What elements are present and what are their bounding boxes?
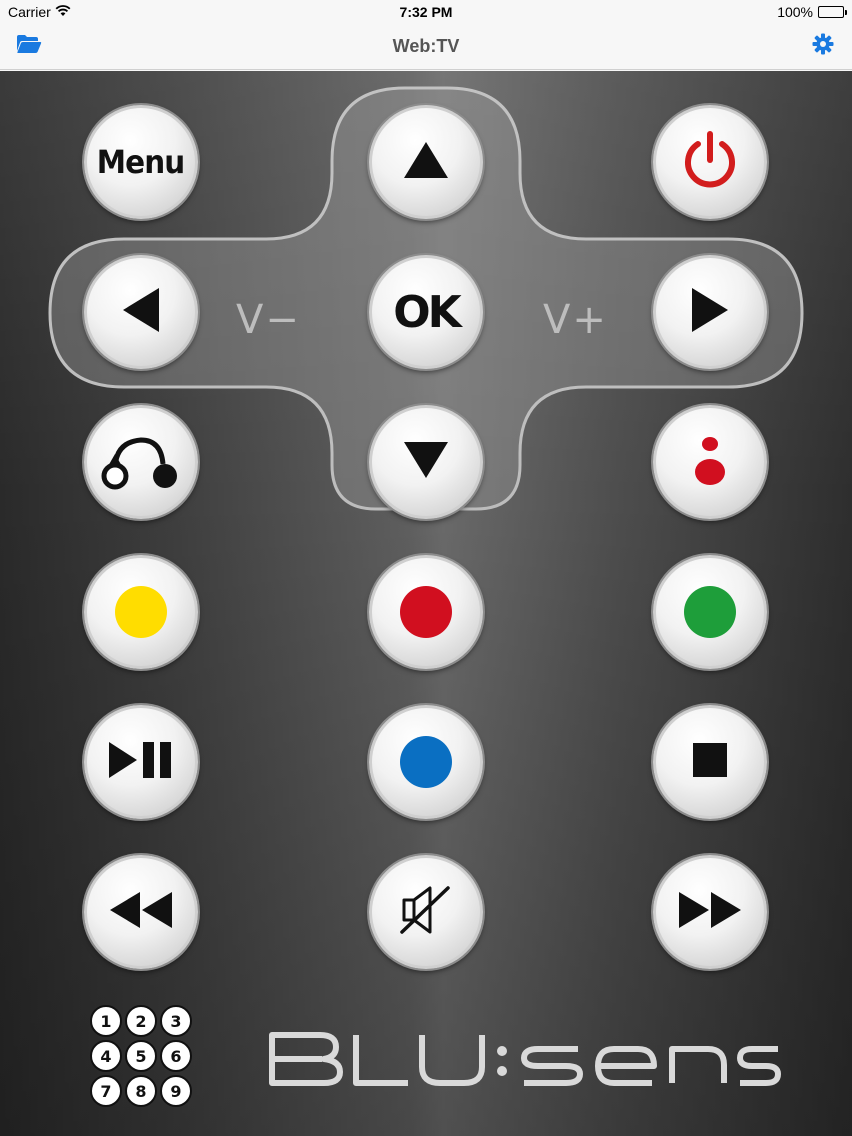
numpad-key-7: 7 [90, 1075, 122, 1107]
fast-forward-icon [677, 890, 743, 935]
status-bar: Carrier 7:32 PM 100% [0, 0, 852, 24]
info-icon [690, 430, 730, 495]
settings-button[interactable] [809, 33, 837, 60]
yellow-button[interactable] [84, 555, 198, 669]
play-pause-button[interactable] [84, 705, 198, 819]
return-icon [101, 430, 181, 495]
arrow-right-icon [690, 287, 730, 338]
power-button[interactable] [653, 105, 767, 219]
brand-logo [268, 1029, 782, 1089]
rewind-button[interactable] [84, 855, 198, 969]
rewind-icon [108, 890, 174, 935]
numpad-key-9: 9 [160, 1075, 192, 1107]
red-button[interactable] [369, 555, 483, 669]
green-dot [684, 586, 736, 638]
numpad-key-4: 4 [90, 1040, 122, 1072]
up-button[interactable] [369, 105, 483, 219]
power-icon [680, 130, 740, 195]
gear-icon [812, 33, 834, 60]
menu-button[interactable]: Menu [84, 105, 198, 219]
numpad-key-8: 8 [125, 1075, 157, 1107]
arrow-down-icon [403, 440, 449, 485]
stop-button[interactable] [653, 705, 767, 819]
mute-button[interactable] [369, 855, 483, 969]
green-button[interactable] [653, 555, 767, 669]
numpad-key-1: 1 [90, 1005, 122, 1037]
battery-icon [818, 6, 847, 18]
yellow-dot [115, 586, 167, 638]
volume-down-label: V− [236, 297, 301, 343]
status-time: 7:32 PM [399, 4, 453, 20]
stop-icon [692, 742, 728, 783]
down-button[interactable] [369, 405, 483, 519]
arrow-left-icon [121, 287, 161, 338]
blue-button[interactable] [369, 705, 483, 819]
numpad-key-6: 6 [160, 1040, 192, 1072]
play-pause-icon [107, 741, 175, 784]
numpad-key-2: 2 [125, 1005, 157, 1037]
ok-button[interactable]: OK [369, 255, 483, 369]
right-button[interactable] [653, 255, 767, 369]
info-button[interactable] [653, 405, 767, 519]
blue-dot [400, 736, 452, 788]
numpad-key-3: 3 [160, 1005, 192, 1037]
back-button[interactable] [84, 405, 198, 519]
arrow-up-icon [403, 140, 449, 185]
numpad-button[interactable]: 1 2 3 4 5 6 7 8 9 [88, 1003, 198, 1113]
numpad-key-5: 5 [125, 1040, 157, 1072]
ok-label: OK [393, 286, 461, 338]
fast-forward-button[interactable] [653, 855, 767, 969]
battery-percent: 100% [777, 4, 813, 20]
left-button[interactable] [84, 255, 198, 369]
page-title: Web:TV [392, 36, 460, 56]
red-dot [400, 586, 452, 638]
volume-up-label: V+ [543, 297, 608, 343]
menu-label: Menu [97, 143, 185, 181]
remote-control-panel: Menu V− OK V+ 1 2 3 4 5 6 7 8 9 [0, 71, 852, 1136]
mute-icon [396, 882, 456, 943]
navigation-bar: Web:TV [0, 24, 852, 70]
battery-info: 100% [777, 4, 847, 20]
